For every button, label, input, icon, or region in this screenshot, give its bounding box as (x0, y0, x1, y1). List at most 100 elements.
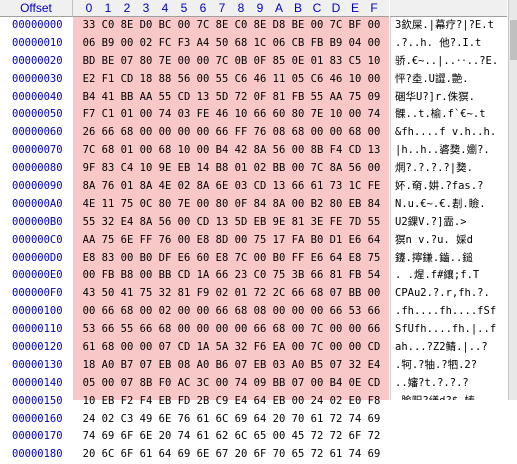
hex-byte[interactable]: BE (288, 17, 308, 35)
hex-byte[interactable]: 03 (231, 178, 251, 196)
hex-byte[interactable]: 8A (136, 178, 156, 196)
hex-byte[interactable]: 68 (231, 35, 251, 53)
hex-byte[interactable]: 8A (193, 178, 213, 196)
hex-byte[interactable]: 24 (307, 393, 327, 411)
hex-byte[interactable]: 00 (193, 124, 213, 142)
hex-byte[interactable]: 0E (345, 375, 365, 393)
hex-byte[interactable]: 62 (212, 428, 232, 446)
hex-byte[interactable]: 7D (345, 214, 365, 232)
hex-byte[interactable]: 33 (79, 17, 99, 35)
hex-byte[interactable]: 00 (136, 339, 156, 357)
hex-byte[interactable]: 80 (288, 106, 308, 124)
hex-byte[interactable]: F1 (98, 71, 118, 89)
hex-byte[interactable]: 66 (364, 321, 384, 339)
hex-byte[interactable]: 61 (79, 339, 99, 357)
hex-byte[interactable]: 69 (174, 446, 194, 464)
hex-byte[interactable]: 75 (136, 285, 156, 303)
hex-byte[interactable]: 66 (288, 285, 308, 303)
hex-byte[interactable]: CD (364, 375, 384, 393)
hex-byte[interactable]: B4 (326, 375, 346, 393)
hex-byte[interactable]: 72 (231, 89, 251, 107)
hex-byte[interactable]: E4 (231, 393, 251, 411)
hex-byte[interactable]: 32 (155, 285, 175, 303)
hex-byte[interactable]: 61 (307, 178, 327, 196)
hex-byte[interactable]: 07 (136, 357, 156, 375)
hex-byte[interactable]: 68 (307, 285, 327, 303)
hex-byte[interactable]: C3 (117, 411, 137, 429)
hex-byte[interactable]: 69 (98, 428, 118, 446)
hex-byte[interactable]: 66 (212, 303, 232, 321)
hex-byte[interactable]: C0 (231, 17, 251, 35)
hex-byte[interactable]: 68 (98, 339, 118, 357)
hex-byte[interactable]: 75 (98, 232, 118, 250)
hex-byte[interactable]: FF (231, 124, 251, 142)
hex-byte[interactable]: 01 (231, 160, 251, 178)
hex-byte[interactable]: 10 (174, 142, 194, 160)
hex-byte[interactable]: 07 (231, 357, 251, 375)
hex-byte[interactable]: 0F (250, 53, 270, 71)
hex-byte[interactable]: 76 (174, 411, 194, 429)
hex-byte[interactable]: 65 (250, 428, 270, 446)
hex-byte[interactable]: 8A (79, 178, 99, 196)
hex-byte[interactable]: 00 (193, 71, 213, 89)
hex-byte[interactable]: AC (174, 375, 194, 393)
hex-byte[interactable]: 75 (250, 232, 270, 250)
hex-byte[interactable]: FE (193, 106, 213, 124)
hex-byte[interactable]: 55 (212, 71, 232, 89)
hex-byte[interactable]: 73 (326, 178, 346, 196)
hex-byte[interactable]: 0E (288, 53, 308, 71)
hex-byte[interactable]: B0 (269, 250, 289, 268)
hex-byte[interactable]: 0B (231, 53, 251, 71)
hex-byte[interactable]: 02 (250, 160, 270, 178)
hex-byte[interactable]: A4 (193, 35, 213, 53)
hex-byte[interactable]: 6E (155, 411, 175, 429)
hex-byte[interactable]: 05 (288, 71, 308, 89)
hex-byte[interactable]: 5A (212, 339, 232, 357)
hex-byte[interactable]: 68 (231, 303, 251, 321)
hex-byte[interactable]: E6 (345, 232, 365, 250)
hex-byte[interactable]: 46 (326, 71, 346, 89)
hex-byte[interactable]: F4 (326, 142, 346, 160)
hex-byte[interactable]: A0 (98, 357, 118, 375)
hex-byte[interactable]: 01 (117, 178, 137, 196)
hex-byte[interactable]: CB (288, 35, 308, 53)
hex-byte[interactable]: B4 (212, 142, 232, 160)
hex-byte[interactable]: 53 (79, 321, 99, 339)
hex-byte[interactable]: 00 (364, 35, 384, 53)
hex-byte[interactable]: FB (345, 267, 365, 285)
hex-byte[interactable]: 65 (288, 446, 308, 464)
hex-byte[interactable]: F8 (364, 393, 384, 411)
hex-byte[interactable]: 00 (345, 339, 365, 357)
hex-byte[interactable]: 74 (79, 428, 99, 446)
hex-byte[interactable]: E8 (212, 250, 232, 268)
hex-byte[interactable]: 88 (155, 71, 175, 89)
hex-byte[interactable]: 8E (250, 17, 270, 35)
hex-byte[interactable]: E6 (307, 250, 327, 268)
hex-byte[interactable]: 23 (231, 267, 251, 285)
hex-byte[interactable]: 00 (98, 375, 118, 393)
hex-byte[interactable]: 64 (326, 250, 346, 268)
hex-byte[interactable]: FD (174, 393, 194, 411)
hex-byte[interactable]: B5 (307, 357, 327, 375)
hex-byte[interactable]: 05 (79, 375, 99, 393)
hex-byte[interactable]: 13 (269, 178, 289, 196)
hex-byte[interactable]: C6 (307, 71, 327, 89)
hex-byte[interactable]: 01 (117, 106, 137, 124)
hex-byte[interactable]: 08 (269, 124, 289, 142)
hex-byte[interactable]: 61 (136, 446, 156, 464)
hex-byte[interactable]: 00 (79, 267, 99, 285)
hex-byte[interactable]: 00 (364, 17, 384, 35)
hex-byte[interactable]: C9 (212, 393, 232, 411)
hex-byte[interactable]: 6C (98, 446, 118, 464)
hex-byte[interactable]: 68 (155, 321, 175, 339)
hex-byte[interactable]: E8 (193, 232, 213, 250)
hex-byte[interactable]: 46 (212, 106, 232, 124)
hex-byte[interactable]: AA (136, 89, 156, 107)
hex-byte[interactable]: 10 (231, 106, 251, 124)
hex-byte[interactable]: 00 (288, 160, 308, 178)
hex-byte[interactable]: E4 (117, 214, 137, 232)
hex-byte[interactable]: 32 (98, 214, 118, 232)
hex-byte[interactable]: CD (193, 214, 213, 232)
hex-byte[interactable]: 80 (155, 196, 175, 214)
hex-byte[interactable]: 11 (269, 71, 289, 89)
